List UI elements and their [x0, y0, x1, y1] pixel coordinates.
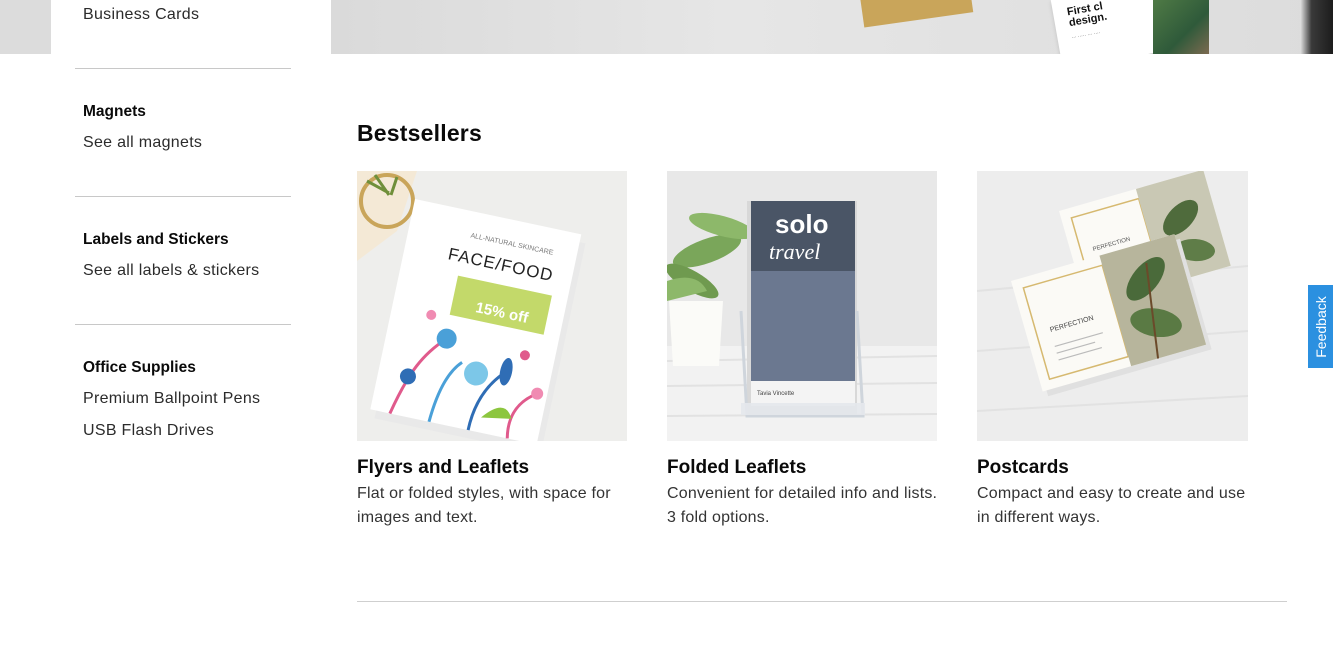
hero-gold-card — [858, 0, 974, 28]
sidebar-heading-office-supplies: Office Supplies — [83, 359, 196, 376]
product-description-postcards: Compact and easy to create and use in di… — [977, 485, 1246, 526]
sidebar-link-see-all-magnets[interactable]: See all magnets — [83, 134, 202, 152]
hero-card-title: First cl design. — [1066, 0, 1109, 30]
product-card-flyers[interactable]: ALL-NATURAL SKINCARE FACE/FOOD 15% off F… — [357, 171, 628, 526]
sidebar-heading-labels-stickers: Labels and Stickers — [83, 231, 229, 248]
product-image-postcards[interactable]: PERFECTION PERFECTION — [977, 171, 1248, 441]
folded-leaflet-illustration: solo travel Tavia Vincette — [667, 171, 937, 441]
svg-text:Tavia Vincette: Tavia Vincette — [757, 391, 795, 397]
product-image-flyers[interactable]: ALL-NATURAL SKINCARE FACE/FOOD 15% off — [357, 171, 627, 441]
postcard-illustration: PERFECTION PERFECTION — [977, 171, 1248, 441]
product-name-flyers[interactable]: Flyers and Leaflets — [357, 457, 529, 479]
product-description-folded-leaflets: Convenient for detailed info and lists. … — [667, 485, 938, 526]
hero-image: First cl design. ··· ····· ··· ···· — [331, 0, 1333, 54]
sidebar-divider — [75, 324, 291, 325]
hero-dark-edge — [1279, 0, 1333, 54]
hero-card-small-text: ··· ····· ··· ···· — [1071, 30, 1101, 41]
sidebar-divider — [75, 68, 291, 69]
feedback-tab[interactable]: Feedback — [1308, 285, 1333, 368]
product-image-folded-leaflets[interactable]: solo travel Tavia Vincette — [667, 171, 937, 441]
hero-plant-image — [1153, 0, 1209, 54]
hero-left-edge — [0, 0, 51, 54]
svg-text:travel: travel — [769, 239, 820, 264]
sidebar-link-ballpoint-pens[interactable]: Premium Ballpoint Pens — [83, 390, 260, 408]
sidebar-link-usb-flash-drives[interactable]: USB Flash Drives — [83, 422, 214, 440]
sidebar-link-business-cards[interactable]: Business Cards — [83, 6, 199, 24]
sidebar-divider — [75, 196, 291, 197]
category-sidebar: Business Cards Magnets See all magnets L… — [51, 0, 331, 654]
product-card-postcards[interactable]: PERFECTION PERFECTION Postcards Compact … — [977, 171, 1248, 526]
product-name-postcards[interactable]: Postcards — [977, 457, 1069, 479]
product-description-flyers: Flat or folded styles, with space for im… — [357, 485, 611, 526]
sidebar-link-see-all-labels-stickers[interactable]: See all labels & stickers — [83, 262, 259, 280]
flyer-illustration: ALL-NATURAL SKINCARE FACE/FOOD 15% off — [357, 171, 627, 441]
product-name-folded-leaflets[interactable]: Folded Leaflets — [667, 457, 806, 479]
sidebar-heading-magnets: Magnets — [83, 103, 146, 120]
product-card-folded-leaflets[interactable]: solo travel Tavia Vincette Folded Leafle… — [667, 171, 938, 526]
svg-text:solo: solo — [775, 209, 828, 239]
section-title-bestsellers: Bestsellers — [357, 120, 482, 146]
feedback-label: Feedback — [1312, 295, 1329, 358]
section-divider — [357, 601, 1287, 602]
